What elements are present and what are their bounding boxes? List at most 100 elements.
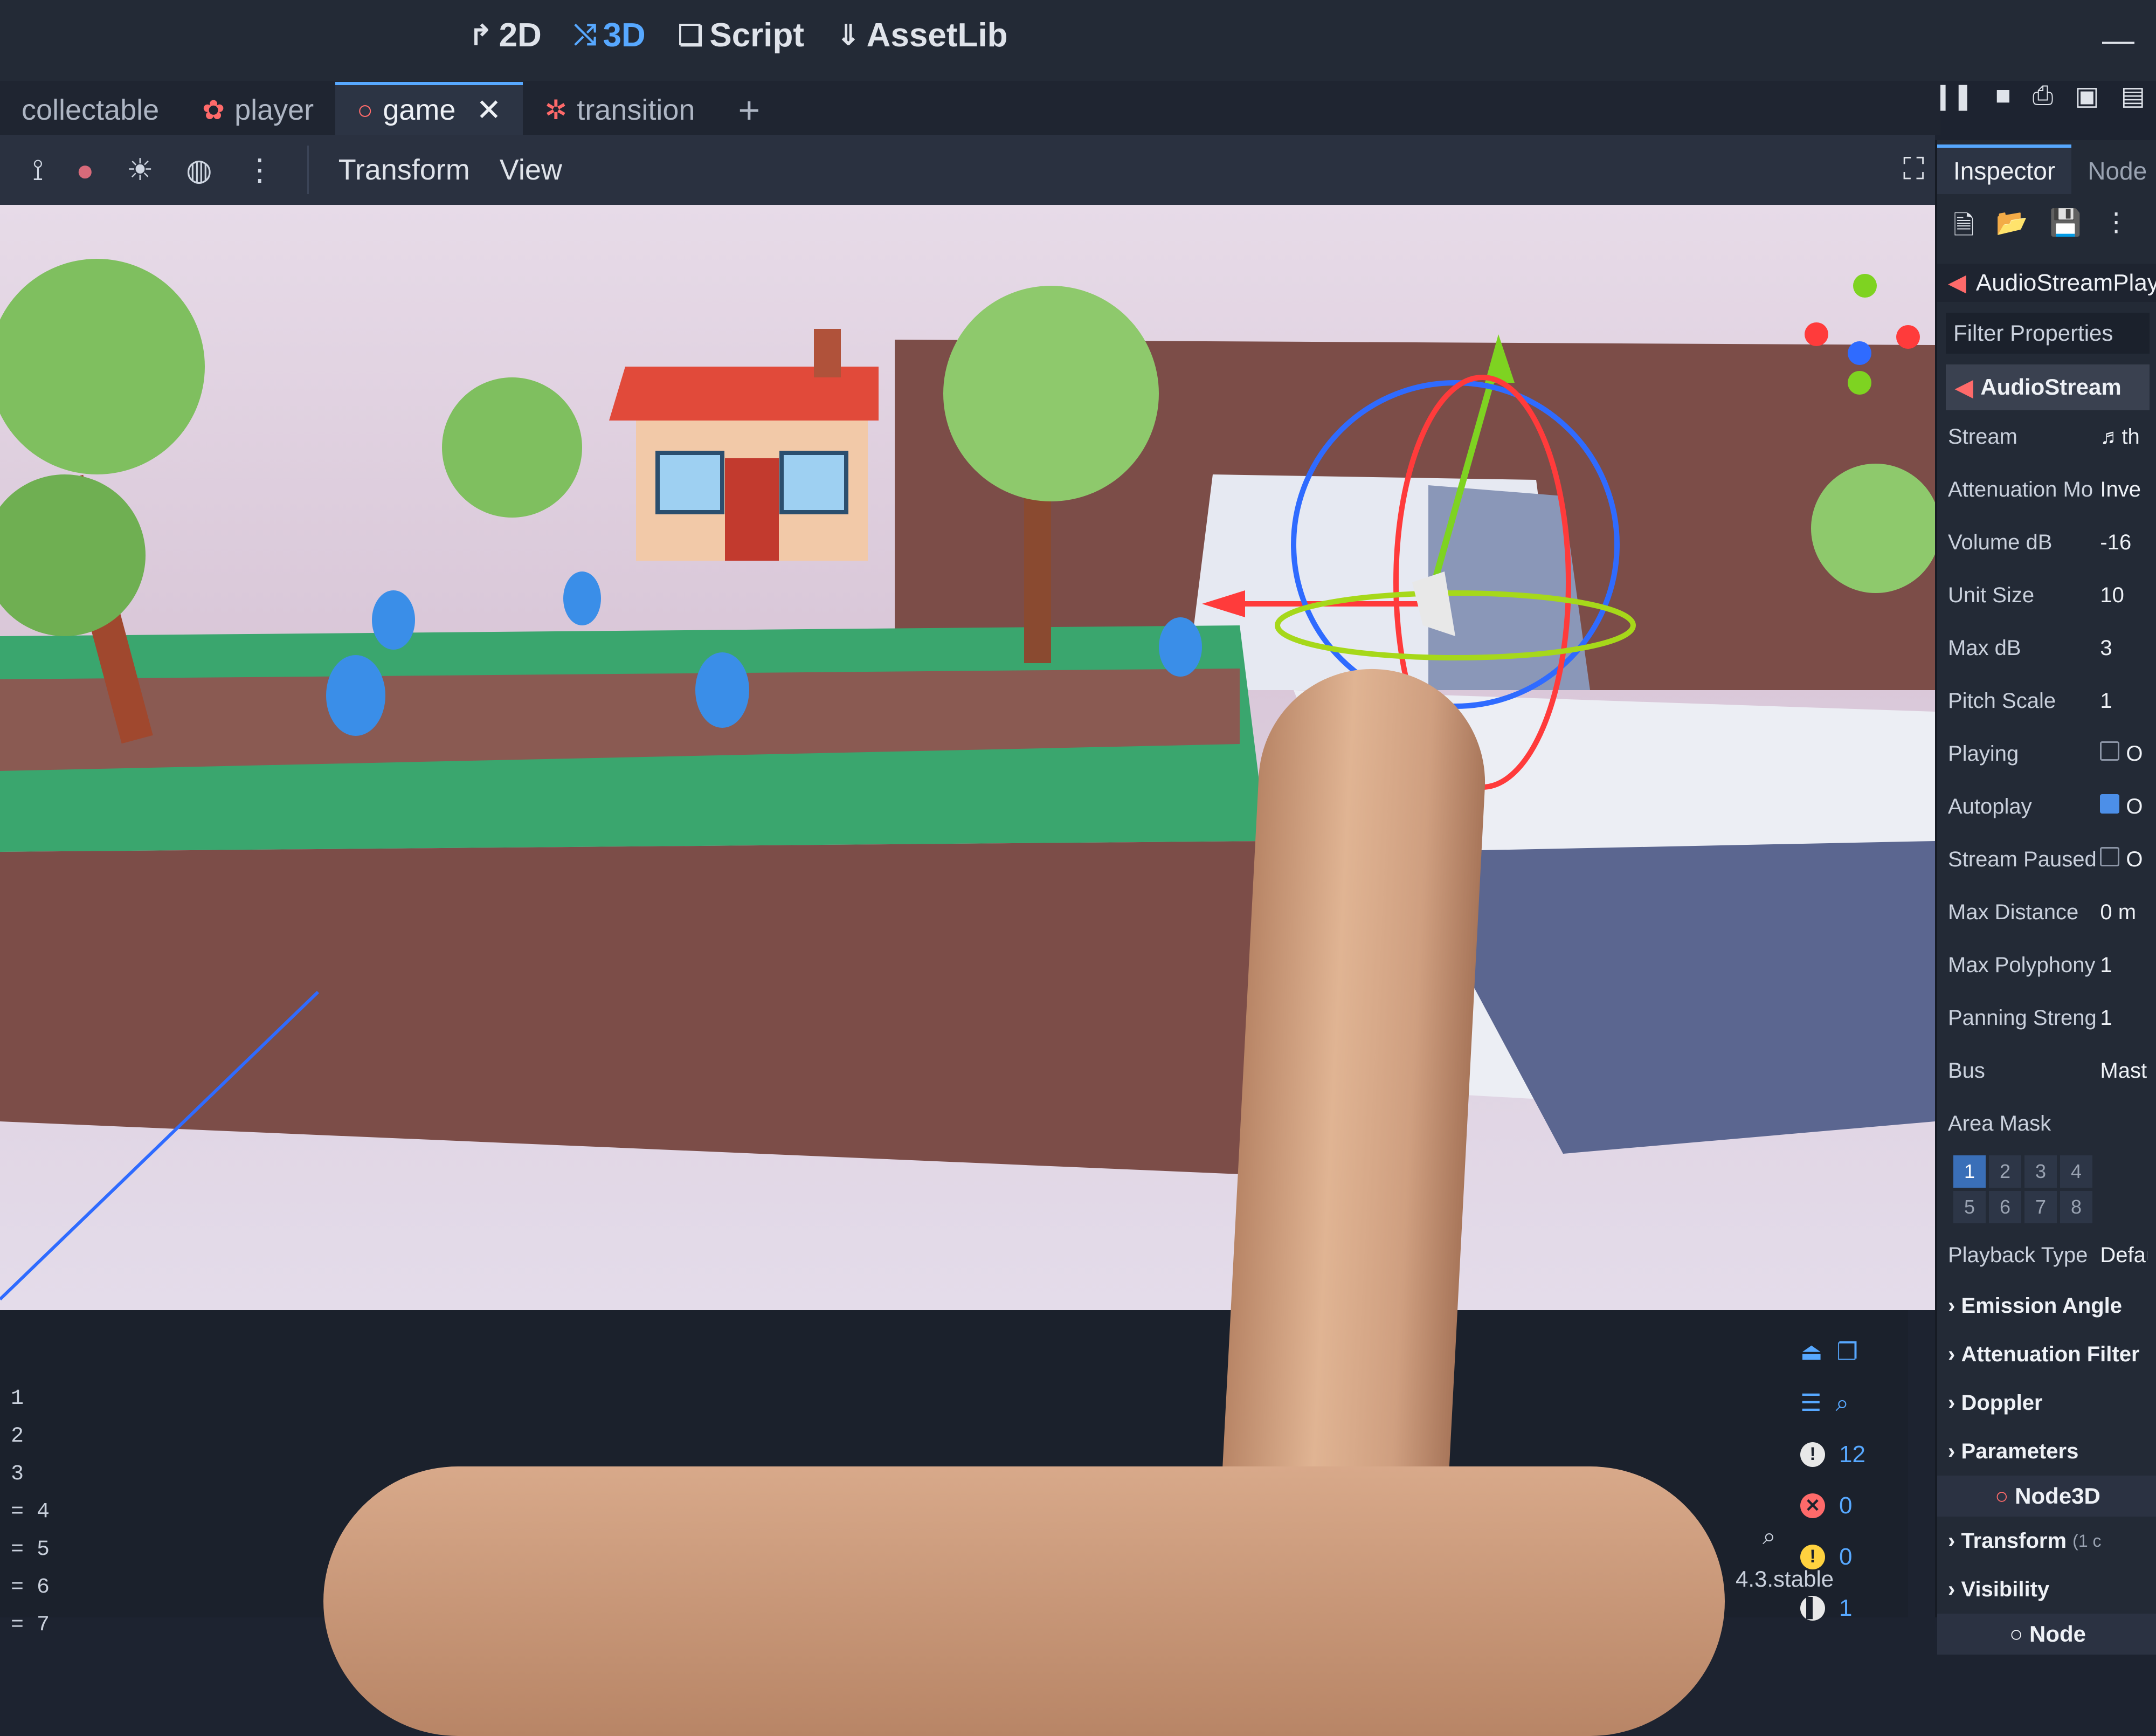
mode-2d-button[interactable]: ↱ 2D — [469, 16, 542, 54]
view-gizmo-z[interactable] — [1848, 341, 1871, 365]
play-custom-scene-icon[interactable]: ▤ — [2121, 81, 2145, 111]
mode-assetlib-button[interactable]: ⇓ AssetLib — [837, 16, 1007, 54]
log-line: = 5 — [11, 1538, 50, 1562]
prop-stream[interactable]: Stream ♬th — [1937, 410, 2156, 463]
layer-3-toggle[interactable]: 3 — [2024, 1155, 2057, 1188]
tab-collectable[interactable]: collectable — [0, 85, 181, 135]
sun-icon[interactable]: ☀ — [127, 152, 154, 188]
bone-icon[interactable]: ● — [76, 153, 94, 188]
prop-value: O — [2126, 848, 2143, 871]
mode-script-button[interactable]: ❏ Script — [678, 16, 804, 54]
prop-max-db[interactable]: Max dB 3 — [1937, 622, 2156, 674]
node-section[interactable]: ○ Node — [1937, 1614, 2156, 1655]
filter-properties-input[interactable]: Filter Properties — [1946, 313, 2150, 354]
tab-game[interactable]: ○ game ✕ — [335, 82, 523, 135]
3d-viewport[interactable] — [0, 205, 1935, 1310]
open-folder-icon[interactable]: 📂 — [1996, 207, 2028, 251]
prop-label: Area Mask — [1948, 1111, 2051, 1135]
add-tab-button[interactable]: + — [716, 85, 782, 135]
mode-3d-button[interactable]: ⤭ 3D — [574, 16, 646, 54]
prop-label: Max Polyphony — [1948, 953, 2096, 977]
prop-value[interactable]: ♬th — [2100, 425, 2147, 449]
prop-value[interactable]: 10 — [2100, 583, 2147, 608]
filter-row[interactable]: ☰ ⌕ — [1800, 1377, 1887, 1429]
prop-value[interactable]: 1 — [2100, 1006, 2147, 1030]
new-resource-icon[interactable]: 🗎 — [1953, 207, 1974, 251]
warning-count: 0 — [1839, 1543, 1853, 1570]
prop-value[interactable]: 3 — [2100, 636, 2147, 660]
more-icon[interactable]: ⋮ — [2103, 207, 2129, 251]
layer-8-toggle[interactable]: 8 — [2060, 1191, 2092, 1223]
prop-value[interactable]: 0 m — [2100, 900, 2147, 925]
prop-panning-strength[interactable]: Panning Streng 1 — [1937, 991, 2156, 1044]
prop-pitch-scale[interactable]: Pitch Scale 1 — [1937, 674, 2156, 727]
group-doppler[interactable]: › Doppler — [1937, 1379, 2156, 1427]
node3d-icon: ○ — [357, 95, 374, 125]
node3d-section[interactable]: ○ Node3D — [1937, 1476, 2156, 1517]
view-gizmo-y[interactable] — [1853, 274, 1877, 298]
autoplay-checkbox[interactable] — [2100, 794, 2120, 814]
snap-icon[interactable]: ⟟ — [32, 152, 44, 188]
messages-filter[interactable]: ! 12 — [1800, 1429, 1887, 1480]
tab-inspector[interactable]: Inspector — [1937, 144, 2072, 194]
prop-attenuation-model[interactable]: Attenuation Mo Inve — [1937, 463, 2156, 516]
tab-player[interactable]: ✿ player — [181, 85, 335, 135]
prop-playback-type[interactable]: Playback Type Default — [1937, 1229, 2156, 1282]
errors-filter[interactable]: ✕ 0 — [1800, 1480, 1887, 1531]
stop-icon[interactable]: ■ — [1995, 81, 2011, 111]
remote-debug-icon[interactable]: ⎙ — [2033, 81, 2053, 111]
prop-value: O — [2126, 795, 2143, 818]
window-minimize-button[interactable]: — — [2102, 22, 2134, 59]
prop-bus[interactable]: Bus Master — [1937, 1044, 2156, 1097]
prop-value[interactable]: 1 — [2100, 689, 2147, 713]
prop-max-distance[interactable]: Max Distance 0 m — [1937, 886, 2156, 939]
prop-value[interactable]: Master — [2100, 1059, 2147, 1083]
audiostream-section[interactable]: ◀ AudioStream — [1946, 364, 2150, 410]
view-gizmo-x[interactable] — [1805, 322, 1828, 346]
search-icon[interactable]: ⌕ — [1835, 1390, 1849, 1417]
group-attenuation-filter[interactable]: › Attenuation Filter — [1937, 1330, 2156, 1379]
layer-7-toggle[interactable]: 7 — [2024, 1191, 2057, 1223]
group-parameters[interactable]: › Parameters — [1937, 1427, 2156, 1476]
prop-value[interactable]: Default — [2100, 1243, 2147, 1267]
group-emission-angle[interactable]: › Emission Angle — [1937, 1282, 2156, 1330]
layer-6-toggle[interactable]: 6 — [1989, 1191, 2021, 1223]
prop-value[interactable]: -16 — [2100, 531, 2147, 555]
group-visibility[interactable]: › Visibility — [1937, 1565, 2156, 1614]
prop-value[interactable]: Inve — [2100, 478, 2147, 502]
layer-5-toggle[interactable]: 5 — [1953, 1191, 1986, 1223]
group-transform[interactable]: › Transform (1 c — [1937, 1517, 2156, 1565]
view-gizmo-y-neg[interactable] — [1848, 371, 1871, 395]
more-icon[interactable]: ⋮ — [245, 152, 275, 188]
close-icon[interactable]: ✕ — [476, 92, 501, 128]
layer-4-toggle[interactable]: 4 — [2060, 1155, 2092, 1188]
play-scene-icon[interactable]: ▣ — [2075, 81, 2099, 111]
prop-label: Unit Size — [1948, 583, 2035, 607]
prop-unit-size[interactable]: Unit Size 10 — [1937, 569, 2156, 622]
prop-playing[interactable]: Playing O — [1937, 727, 2156, 780]
fullscreen-icon[interactable]: ⛶ — [1903, 151, 1924, 187]
view-gizmo-x-neg[interactable] — [1896, 325, 1920, 349]
transform-menu[interactable]: Transform — [338, 153, 470, 187]
selected-node[interactable]: ◀ AudioStreamPlaye — [1937, 264, 2156, 302]
prop-stream-paused[interactable]: Stream Paused O — [1937, 833, 2156, 886]
prop-max-polyphony[interactable]: Max Polyphony 1 — [1937, 939, 2156, 991]
view-menu[interactable]: View — [500, 153, 562, 187]
log-line: = 6 — [11, 1575, 50, 1600]
tab-node[interactable]: Node — [2071, 148, 2156, 194]
prop-volume-db[interactable]: Volume dB -16 — [1937, 516, 2156, 569]
stream-paused-checkbox[interactable] — [2100, 847, 2120, 866]
tree-canopy — [1811, 464, 1935, 593]
message-count: 12 — [1839, 1441, 1865, 1468]
layer-2-toggle[interactable]: 2 — [1989, 1155, 2021, 1188]
search-icon[interactable]: ⌕ — [1763, 1523, 1776, 1550]
copy-icon[interactable]: ❐ — [1837, 1338, 1858, 1366]
prop-value[interactable]: 1 — [2100, 953, 2147, 977]
environment-icon[interactable]: ◍ — [186, 152, 212, 188]
save-icon[interactable]: 💾 — [2049, 207, 2082, 251]
tab-transition[interactable]: ✲ transition — [523, 85, 716, 135]
prop-autoplay[interactable]: Autoplay O — [1937, 780, 2156, 833]
copy-output-button[interactable]: ⏏ ❐ — [1800, 1326, 1887, 1377]
playing-checkbox[interactable] — [2100, 741, 2120, 761]
layer-1-toggle[interactable]: 1 — [1953, 1155, 1986, 1188]
